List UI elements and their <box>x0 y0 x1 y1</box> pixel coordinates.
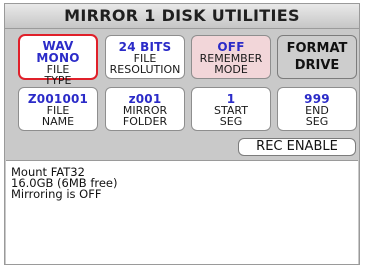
format-drive-button[interactable]: FORMAT DRIVE <box>277 35 357 79</box>
file-type-value: WAV MONO <box>36 39 80 65</box>
page-title: MIRROR 1 DISK UTILITIES <box>5 4 359 29</box>
status-panel: Mount FAT32 16.0GB (6MB free) Mirroring … <box>6 160 358 264</box>
file-resolution-label-2: RESOLUTION <box>109 63 181 76</box>
rec-enable-button[interactable]: REC ENABLE <box>238 138 356 156</box>
file-type-label-2: TYPE <box>44 74 72 87</box>
remember-mode-button[interactable]: OFF REMEMBER MODE <box>191 35 271 79</box>
mirror-folder-label-2: FOLDER <box>122 115 168 128</box>
status-line-mirroring: Mirroring is OFF <box>11 187 102 201</box>
end-seg-label-2: SEG <box>305 115 329 128</box>
file-type-button[interactable]: WAV MONO FILE TYPE <box>18 34 98 86</box>
disk-utilities-panel: MIRROR 1 DISK UTILITIES WAV MONO FILE TY… <box>4 3 360 265</box>
file-name-label-2: NAME <box>41 115 75 128</box>
file-name-button[interactable]: Z001001 FILE NAME <box>18 87 98 131</box>
drive-label: DRIVE <box>294 58 340 73</box>
format-label: FORMAT <box>286 41 348 56</box>
file-resolution-button[interactable]: 24 BITS FILE RESOLUTION <box>105 35 185 79</box>
start-seg-label-2: SEG <box>219 115 243 128</box>
remember-mode-label-2: MODE <box>214 63 248 76</box>
mirror-folder-button[interactable]: z001 MIRROR FOLDER <box>105 87 185 131</box>
end-seg-button[interactable]: 999 END SEG <box>277 87 357 131</box>
start-seg-button[interactable]: 1 START SEG <box>191 87 271 131</box>
